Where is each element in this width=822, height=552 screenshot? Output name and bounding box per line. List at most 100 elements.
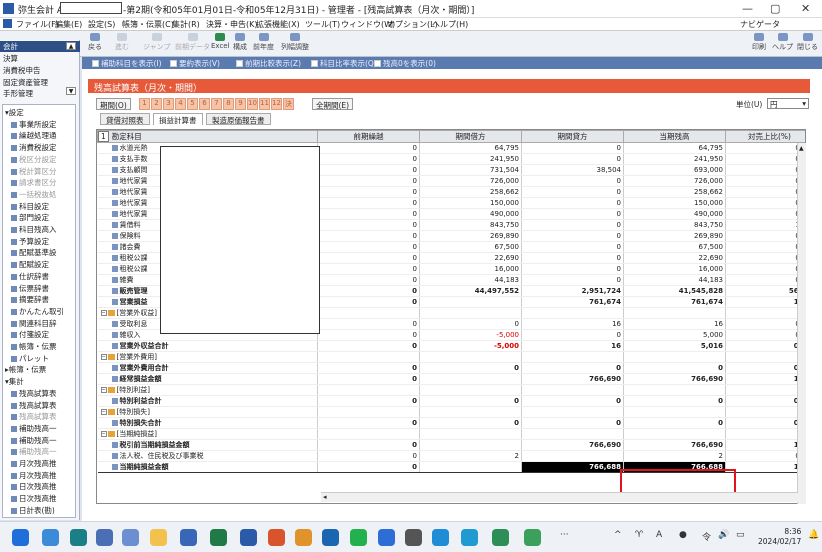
month-button[interactable]: 11 [259,98,270,110]
table-row[interactable]: − [当期純損益] [97,428,805,440]
tree-item[interactable]: 消費税設定 [11,142,57,153]
navigator-button[interactable]: ナビゲータ [740,19,780,30]
tray-app-icon[interactable]: ♈ [635,530,643,540]
mail-icon[interactable] [378,529,395,546]
month-button[interactable]: 12 [271,98,282,110]
close-button[interactable]: ✕ [801,2,810,15]
zoom-icon[interactable] [96,529,113,546]
edge-icon[interactable] [70,529,87,546]
collapse-icon[interactable]: − [100,354,107,360]
tree-item[interactable]: 仕訳辞書 [11,271,49,282]
tree-item[interactable]: ▾集計 [5,376,24,387]
option-zero-balance[interactable]: 残高0を表示(0) [374,58,436,69]
month-button[interactable]: 2 [151,98,162,110]
table-row[interactable]: 営業外収益合計0-5,000165,0160.01 [97,340,805,352]
tree-item[interactable]: 繰越処理通 [11,130,57,141]
word-icon[interactable] [240,529,257,546]
minimize-button[interactable]: — [742,2,753,15]
notification-icon[interactable]: 🔔 [808,530,819,540]
tree-item[interactable]: 配賦設定 [11,259,49,270]
more-apps-icon[interactable]: ··· [560,530,569,540]
tree-item[interactable]: ▸帳簿・伝票 [5,364,46,375]
tree-item[interactable]: 配賦基準設 [11,247,57,258]
col-ratio[interactable]: 対売上比(%) [725,130,805,143]
tray-status-icon[interactable]: ● [679,530,687,540]
menu-aggregate[interactable]: 集計(R) [172,19,200,30]
month-button[interactable]: 6 [199,98,210,110]
tree-item[interactable]: 日計表(勘) [11,505,55,516]
tree-item[interactable]: 付箋設定 [11,329,49,340]
month-button[interactable]: 5 [187,98,198,110]
tree-item[interactable]: 摘要辞書 [11,294,49,305]
unit-select[interactable]: 円 ▾ [767,98,809,109]
menu-file[interactable]: ファイル(F) [16,19,59,30]
all-period-button[interactable]: 全期間(E) [312,98,354,110]
table-row[interactable]: − [特別利益] [97,384,805,396]
scroll-up-icon[interactable]: ▲ [799,145,805,153]
option-prior-compare[interactable]: 前期比較表示(Z) [236,58,301,69]
month-button[interactable]: 1 [139,98,150,110]
back-button[interactable]: 戻る [88,33,102,52]
col-credit[interactable]: 期間貸方 [521,130,624,143]
tree-item[interactable]: 予算設定 [11,236,49,247]
maximize-button[interactable]: ▢ [770,2,780,15]
month-button[interactable]: 8 [223,98,234,110]
tree-item[interactable]: 月次残高推 [11,470,57,481]
option-summary[interactable]: 要約表示(V) [170,58,220,69]
table-row[interactable]: 営業外費用合計00000.00 [97,362,805,374]
tree-item[interactable]: 日次残高推 [11,493,57,504]
volume-icon[interactable]: 🔊 [718,530,729,540]
tree-item[interactable]: 日次残高推 [11,481,57,492]
pen-icon[interactable] [405,529,422,546]
collapse-icon[interactable]: − [100,310,107,316]
prior-data-button[interactable]: 前期データ [175,33,210,52]
category-notes[interactable]: 手形管理 [3,88,33,99]
tab-manufacturing-cost[interactable]: 製造原価報告書 [206,113,271,125]
tree-item[interactable]: ▾設定 [5,107,24,118]
tree-item[interactable]: 科目残高入 [11,224,57,235]
tree-item[interactable]: 税計算区分 [11,166,57,177]
folder-icon[interactable] [150,529,167,546]
phone-icon[interactable] [122,529,139,546]
table-row[interactable]: − [特別損失] [97,406,805,418]
yayoi-app-icon[interactable] [180,529,197,546]
table-row[interactable]: − [営業外費用] [97,351,805,363]
col-debit[interactable]: 期間借方 [419,130,522,143]
month-button[interactable]: 決 [283,98,294,110]
tree-item[interactable]: 一括税抜処 [11,189,57,200]
tree-item[interactable]: 補助残高一 [11,423,57,434]
tab-balance-sheet[interactable]: 貸借対照表 [100,113,150,125]
category-closing[interactable]: 決算 [3,53,18,64]
tree-item[interactable]: 伝票辞書 [11,283,49,294]
chrome-icon[interactable] [295,529,312,546]
ime-icon[interactable]: A [656,530,662,540]
menu-closing[interactable]: 決算・申告(K) [206,19,258,30]
tray-chevron-icon[interactable]: ^ [614,530,622,540]
kintone-icon[interactable] [432,529,449,546]
col-balance[interactable]: 当期残高 [623,130,726,143]
tree-item[interactable]: 科目設定 [11,201,49,212]
menu-tools[interactable]: ツール(T) [305,19,340,30]
vertical-scrollbar[interactable]: ▲ [797,143,806,504]
tree-item[interactable]: 補助残高一 [11,435,57,446]
zemi-icon[interactable] [322,529,339,546]
tree-item[interactable]: 補助残高一 [11,446,57,457]
tree-item[interactable]: 残高試算表 [11,411,57,422]
table-row[interactable]: 法人税、住民税及び事業税0220.00 [97,450,805,462]
menu-settings[interactable]: 設定(S) [88,19,115,30]
tree-item[interactable]: 帳簿・伝票 [11,341,57,352]
excel-icon[interactable] [210,529,227,546]
close-report-button[interactable]: 閉じる [797,33,818,52]
prior-year-button[interactable]: 前年度 [253,33,274,52]
slack-icon[interactable] [268,529,285,546]
month-button[interactable]: 3 [163,98,174,110]
option-show-subaccounts[interactable]: 補助科目を表示(I) [92,58,162,69]
tree-item[interactable]: 月次残高推 [11,458,57,469]
structure-button[interactable]: 構成 [233,33,247,52]
excel-button[interactable]: Excel [211,33,230,50]
jump-button[interactable]: ジャンプ [143,33,170,52]
tree-item[interactable]: 残高試算表 [11,400,57,411]
collapse-icon[interactable]: − [100,387,107,393]
yayoi-tax-icon[interactable] [492,529,509,546]
col-prior-balance[interactable]: 前期繰越 [317,130,420,143]
